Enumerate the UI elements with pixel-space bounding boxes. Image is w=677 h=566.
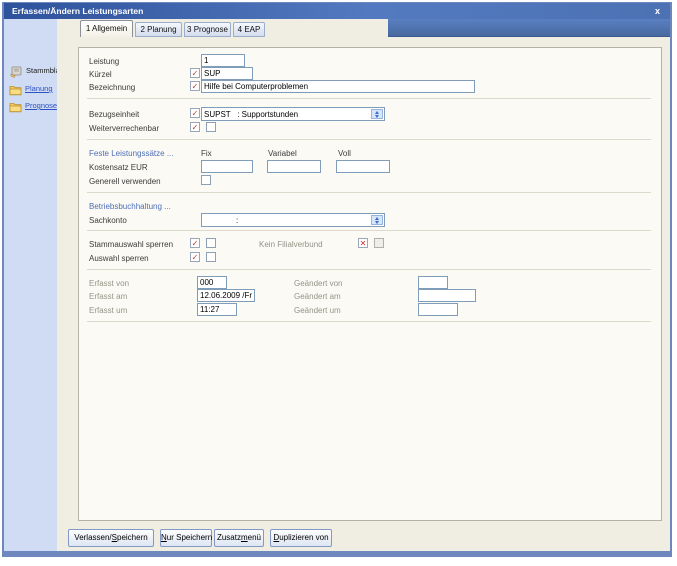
folder-icon	[9, 83, 22, 95]
erfasst-um-label: Erfasst um	[89, 306, 127, 316]
kuerzel-label: Kürzel	[89, 70, 112, 80]
folder-icon	[9, 100, 22, 112]
window-title: Erfassen/Ändern Leistungsarten	[12, 3, 143, 19]
leistung-label: Leistung	[89, 57, 119, 67]
card-icon	[10, 65, 23, 77]
generell-verwenden-checkbox[interactable]	[201, 175, 211, 185]
tab-bar: 1 Allgemein 2 Planung 3 Prognose 4 EAP	[57, 19, 670, 37]
bezeichnung-label: Bezeichnung	[89, 83, 135, 93]
geaendert-um-input[interactable]	[418, 303, 458, 316]
zusatzmenu-button[interactable]: Zusatzmenü	[214, 529, 264, 547]
dropdown-spinner-icon[interactable]	[371, 109, 383, 119]
window-titlebar: Erfassen/Ändern Leistungsarten x	[4, 3, 670, 19]
weiterverrechenbar-checkbox[interactable]	[206, 122, 216, 132]
kostensatz-fix-input[interactable]	[201, 160, 253, 173]
stammauswahl-sperren-checkbox[interactable]	[206, 238, 216, 248]
cross-note-icon[interactable]: ✕	[358, 238, 368, 248]
check-note-icon[interactable]: ✓	[190, 108, 200, 118]
sidebar-item-stammblatt[interactable]: Stammblatt	[10, 65, 56, 79]
section-betriebsbuchhaltung[interactable]: Betriebsbuchhaltung ...	[89, 202, 171, 212]
tab-allgemein[interactable]: 1 Allgemein	[80, 20, 133, 37]
bezeichnung-input[interactable]	[201, 80, 475, 93]
column-header-fix: Fix	[201, 149, 212, 159]
close-icon[interactable]: x	[655, 3, 660, 19]
kein-filialverbund-label: Kein Filialverbund	[259, 240, 323, 250]
geaendert-von-input[interactable]	[418, 276, 448, 289]
sidebar-item-label[interactable]: Planung	[25, 84, 53, 93]
kuerzel-input[interactable]	[201, 67, 253, 80]
kostensatz-label: Kostensatz EUR	[89, 163, 148, 173]
kein-filialverbund-checkbox[interactable]	[374, 238, 384, 248]
separator	[87, 321, 651, 322]
check-note-icon[interactable]: ✓	[190, 68, 200, 78]
tab-eap[interactable]: 4 EAP	[233, 22, 265, 37]
geaendert-von-label: Geändert von	[294, 279, 342, 289]
sachkonto-combobox[interactable]: :	[201, 213, 385, 227]
column-header-variabel: Variabel	[268, 149, 297, 159]
column-header-voll: Voll	[338, 149, 351, 159]
tab-planung[interactable]: 2 Planung	[135, 22, 182, 37]
content-area: Leistung Kürzel ✓ Bezeichnung ✓ Bezugsei…	[57, 37, 670, 551]
form-panel: Leistung Kürzel ✓ Bezeichnung ✓ Bezugsei…	[78, 47, 662, 521]
sachkonto-value: :	[204, 215, 238, 226]
sachkonto-label: Sachkonto	[89, 216, 127, 226]
dropdown-spinner-icon[interactable]	[371, 215, 383, 225]
erfasst-am-label: Erfasst am	[89, 292, 127, 302]
separator	[87, 139, 651, 140]
check-note-icon[interactable]: ✓	[190, 238, 200, 248]
bezugseinheit-label: Bezugseinheit	[89, 110, 139, 120]
tab-prognose[interactable]: 3 Prognose	[184, 22, 231, 37]
erfasst-am-input[interactable]	[197, 289, 255, 302]
separator	[87, 230, 651, 231]
geaendert-um-label: Geändert um	[294, 306, 341, 316]
bezugseinheit-value: SUPST : Supportstunden	[204, 109, 298, 120]
kostensatz-voll-input[interactable]	[336, 160, 390, 173]
check-note-icon[interactable]: ✓	[190, 122, 200, 132]
erfasst-von-label: Erfasst von	[89, 279, 129, 289]
kostensatz-variabel-input[interactable]	[267, 160, 321, 173]
geaendert-am-label: Geändert am	[294, 292, 341, 302]
app-window: Erfassen/Ändern Leistungsarten x Stammbl…	[2, 2, 672, 557]
screen: Erfassen/Ändern Leistungsarten x Stammbl…	[0, 0, 677, 566]
weiterverrechenbar-label: Weiterverrechenbar	[89, 124, 159, 134]
erfasst-von-input[interactable]	[197, 276, 227, 289]
sidebar-item-prognose[interactable]: Prognose	[9, 100, 56, 114]
stammauswahl-sperren-label: Stammauswahl sperren	[89, 240, 173, 250]
section-feste-leistungssaetze[interactable]: Feste Leistungssätze ...	[89, 149, 174, 159]
sidebar: Stammblatt Planung Progn	[4, 19, 57, 551]
leistung-input[interactable]	[201, 54, 245, 67]
check-note-icon[interactable]: ✓	[190, 252, 200, 262]
generell-verwenden-label: Generell verwenden	[89, 177, 161, 187]
separator	[87, 192, 651, 193]
separator	[87, 98, 651, 99]
check-note-icon[interactable]: ✓	[190, 81, 200, 91]
auswahl-sperren-label: Auswahl sperren	[89, 254, 149, 264]
nur-speichern-button[interactable]: Nur Speichern	[160, 529, 212, 547]
sidebar-item-planung[interactable]: Planung	[9, 83, 56, 97]
geaendert-am-input[interactable]	[418, 289, 476, 302]
auswahl-sperren-checkbox[interactable]	[206, 252, 216, 262]
erfasst-um-input[interactable]	[197, 303, 237, 316]
sidebar-item-label[interactable]: Prognose	[25, 101, 57, 110]
bezugseinheit-combobox[interactable]: SUPST : Supportstunden	[201, 107, 385, 121]
separator	[87, 269, 651, 270]
verlassen-speichern-button[interactable]: Verlassen/Speichern	[68, 529, 154, 547]
tabbar-filler	[388, 19, 670, 37]
duplizieren-von-button[interactable]: Duplizieren von	[270, 529, 332, 547]
